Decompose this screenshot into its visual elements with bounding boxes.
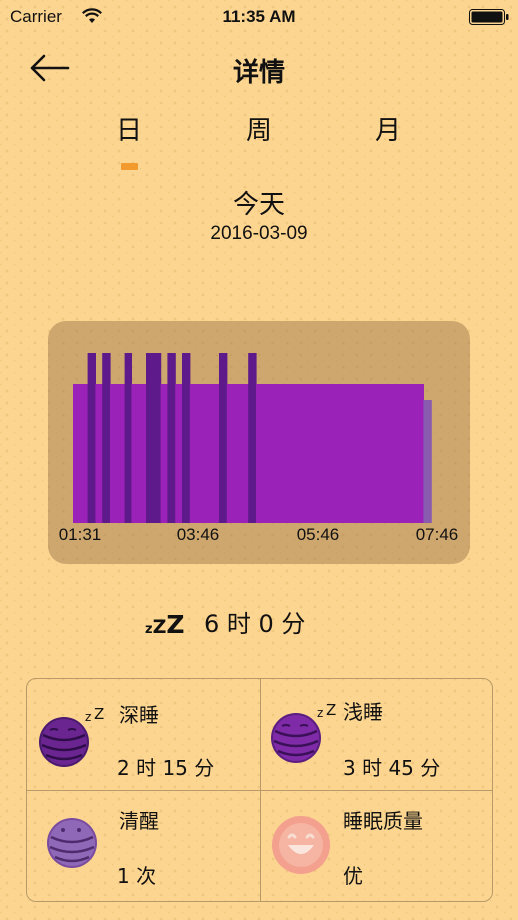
stat-awake: 清醒 1 次 bbox=[27, 791, 259, 902]
sleep-stats-grid: z Z 深睡 2 时 15 分 z Z 浅睡 3 时 45 分 清醒 1 次 睡… bbox=[26, 678, 493, 902]
stat-sleep-quality: 睡眠质量 优 bbox=[261, 791, 493, 902]
sleep-bar-deep bbox=[87, 353, 96, 523]
tab-selected-indicator bbox=[121, 163, 138, 170]
zzz-icon: zZZ bbox=[145, 610, 185, 639]
period-tabs: 日 周 月 bbox=[0, 110, 518, 170]
light-sleep-ball-icon: z Z bbox=[271, 701, 336, 763]
date-value: 2016-03-09 bbox=[210, 223, 308, 244]
total-duration: 6 时 0 分 bbox=[204, 610, 306, 638]
sleep-quality-label: 睡眠质量 bbox=[343, 809, 423, 833]
sleep-bar-light bbox=[226, 384, 249, 523]
x-tick-label: 05:46 bbox=[297, 525, 340, 544]
date-label: 今天 bbox=[232, 190, 285, 220]
sleep-bar-light bbox=[110, 384, 126, 523]
deep-sleep-ball-icon: z Z bbox=[39, 705, 104, 767]
tab-month[interactable]: 月 bbox=[358, 110, 418, 147]
nav-bar: 详情 bbox=[0, 40, 518, 96]
svg-text:z: z bbox=[317, 706, 323, 720]
page-title: 详情 bbox=[232, 58, 285, 88]
sleep-bar-light bbox=[256, 384, 424, 523]
total-sleep-row: zZZ 6 时 0 分 bbox=[0, 602, 518, 639]
sleep-bar-light bbox=[73, 384, 89, 523]
sleep-bar-deep bbox=[182, 353, 191, 523]
sleep-bar-light bbox=[95, 384, 103, 523]
svg-text:z: z bbox=[85, 710, 91, 724]
battery-icon bbox=[469, 9, 509, 25]
sleep-bar-light bbox=[160, 384, 168, 523]
x-tick-label: 03:46 bbox=[177, 525, 220, 544]
sleep-bar-awake bbox=[423, 400, 432, 523]
awake-ball-icon bbox=[47, 818, 97, 868]
x-tick-label: 07:46 bbox=[416, 525, 459, 544]
stat-light-sleep: z Z 浅睡 3 时 45 分 bbox=[261, 679, 493, 790]
clock: 11:35 AM bbox=[222, 7, 296, 26]
sleep-bar-light bbox=[175, 384, 183, 523]
sleep-chart: 01:31 03:46 05:46 07:46 bbox=[48, 321, 470, 564]
svg-text:Z: Z bbox=[326, 701, 336, 719]
deep-sleep-value: 2 时 15 分 bbox=[117, 756, 215, 780]
tab-day[interactable]: 日 bbox=[99, 110, 159, 147]
sleep-bar-light bbox=[131, 384, 147, 523]
light-sleep-label: 浅睡 bbox=[343, 700, 383, 724]
sleep-bar-deep bbox=[124, 353, 132, 523]
light-sleep-value: 3 时 45 分 bbox=[343, 756, 441, 780]
sleep-bar-deep bbox=[102, 353, 111, 523]
sleep-bar-deep bbox=[146, 353, 162, 523]
awake-value: 1 次 bbox=[117, 864, 157, 888]
sleep-chart-svg: 01:31 03:46 05:46 07:46 bbox=[59, 353, 459, 544]
awake-label: 清醒 bbox=[119, 809, 159, 833]
deep-sleep-label: 深睡 bbox=[119, 703, 159, 727]
date-header: 今天 2016-03-09 bbox=[0, 184, 518, 245]
status-bar: Carrier 11:35 AM bbox=[0, 0, 518, 34]
smile-face-icon bbox=[272, 816, 330, 874]
sleep-bar-deep bbox=[248, 353, 257, 523]
sleep-bar-light bbox=[189, 384, 220, 523]
tab-week[interactable]: 周 bbox=[229, 110, 289, 147]
svg-text:Z: Z bbox=[94, 705, 104, 723]
stat-deep-sleep: z Z 深睡 2 时 15 分 bbox=[27, 679, 259, 790]
sleep-bar-deep bbox=[219, 353, 228, 523]
sleep-bar-deep bbox=[167, 353, 176, 523]
sleep-quality-value: 优 bbox=[343, 864, 363, 888]
x-tick-label: 01:31 bbox=[59, 525, 102, 544]
